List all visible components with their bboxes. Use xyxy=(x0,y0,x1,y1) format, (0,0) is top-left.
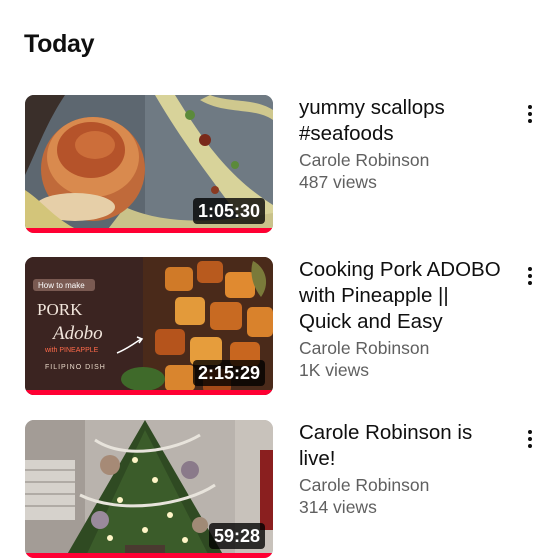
view-count: 487 views xyxy=(299,172,377,192)
channel-name[interactable]: Carole Robinson xyxy=(299,149,507,171)
thumbnail-dish-text: PORK xyxy=(37,300,83,319)
video-title-line: with Pineapple || xyxy=(299,284,449,307)
video-item[interactable]: 1:05:30 yummy scallops #seafoods Carole … xyxy=(0,95,560,235)
video-meta[interactable]: Cooking Pork ADOBO with Pineapple || Qui… xyxy=(299,257,507,381)
thumbnail-badge-text: How to make xyxy=(38,281,85,290)
video-title-line: #seafoods xyxy=(299,122,394,145)
video-item[interactable]: 59:28 Carole Robinson is live! Carole Ro… xyxy=(0,420,560,560)
channel-name[interactable]: Carole Robinson xyxy=(299,337,507,359)
duration-badge: 1:05:30 xyxy=(192,198,265,224)
channel-name[interactable]: Carole Robinson xyxy=(299,474,507,496)
video-title-line: Carole Robinson is xyxy=(299,421,473,444)
more-vert-icon[interactable] xyxy=(520,101,540,127)
section-title: Today xyxy=(24,30,95,58)
thumbnail-origin-text: FILIPINO DISH xyxy=(45,364,106,371)
video-title-line: yummy scallops xyxy=(299,96,445,119)
video-title[interactable]: Cooking Pork ADOBO with Pineapple || Qui… xyxy=(299,257,507,335)
watch-progress-bar xyxy=(25,553,273,558)
view-count: 314 views xyxy=(299,497,377,517)
watch-progress-bar xyxy=(25,228,273,233)
more-vert-icon[interactable] xyxy=(520,426,540,452)
video-title-line: Cooking Pork ADOBO xyxy=(299,258,501,281)
duration-badge: 59:28 xyxy=(208,523,265,549)
thumbnail-subtext: with PINEAPPLE xyxy=(44,347,99,354)
video-item[interactable]: How to make PORK Adobo with PINEAPPLE FI… xyxy=(0,257,560,397)
video-title[interactable]: Carole Robinson is live! xyxy=(299,420,507,472)
thumbnail-dish-text: Adobo xyxy=(51,323,103,344)
video-thumbnail[interactable]: 1:05:30 xyxy=(25,95,273,233)
video-thumbnail[interactable]: How to make PORK Adobo with PINEAPPLE FI… xyxy=(25,257,273,395)
more-vert-icon[interactable] xyxy=(520,263,540,289)
view-count: 1K views xyxy=(299,360,370,380)
video-meta[interactable]: yummy scallops #seafoods Carole Robinson… xyxy=(299,95,507,193)
video-meta[interactable]: Carole Robinson is live! Carole Robinson… xyxy=(299,420,507,518)
video-title-line: Quick and Easy xyxy=(299,310,443,333)
video-title[interactable]: yummy scallops #seafoods xyxy=(299,95,507,147)
duration-badge: 2:15:29 xyxy=(192,360,265,386)
watch-progress-bar xyxy=(25,390,273,395)
video-thumbnail[interactable]: 59:28 xyxy=(25,420,273,558)
video-title-line: live! xyxy=(299,447,336,470)
